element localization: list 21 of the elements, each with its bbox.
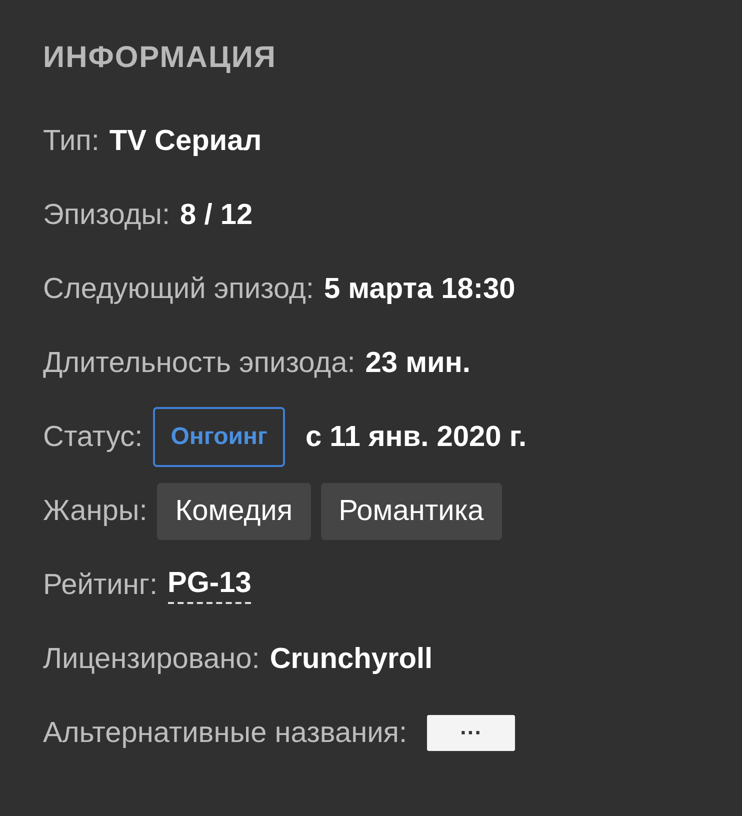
- field-value: с 11 янв. 2020 г.: [305, 420, 527, 454]
- field-label: Тип:: [43, 124, 100, 158]
- field-label: Альтернативные названия:: [43, 716, 408, 750]
- expand-button[interactable]: ···: [427, 715, 516, 751]
- field-label: Статус:: [43, 420, 143, 454]
- field-value: 23 мин.: [365, 346, 470, 380]
- field-label: Эпизоды:: [43, 198, 170, 232]
- field-label: Жанры:: [43, 494, 148, 528]
- status-badge: Онгоинг: [152, 407, 286, 467]
- field-value: 8 / 12: [180, 198, 253, 232]
- rating-value[interactable]: PG-13: [168, 566, 252, 604]
- field-label: Следующий эпизод:: [43, 272, 314, 306]
- field-label: Рейтинг:: [43, 568, 158, 602]
- field-value: TV Сериал: [109, 124, 262, 158]
- section-title: ИНФОРМАЦИЯ: [43, 40, 278, 76]
- field-value: 5 марта 18:30: [324, 272, 516, 306]
- field-label: Длительность эпизода:: [43, 346, 356, 380]
- genre-tag[interactable]: Комедия: [157, 482, 311, 540]
- field-value: Crunchyroll: [270, 642, 433, 676]
- field-label: Лицензировано:: [43, 642, 260, 676]
- genre-tag[interactable]: Романтика: [320, 482, 502, 540]
